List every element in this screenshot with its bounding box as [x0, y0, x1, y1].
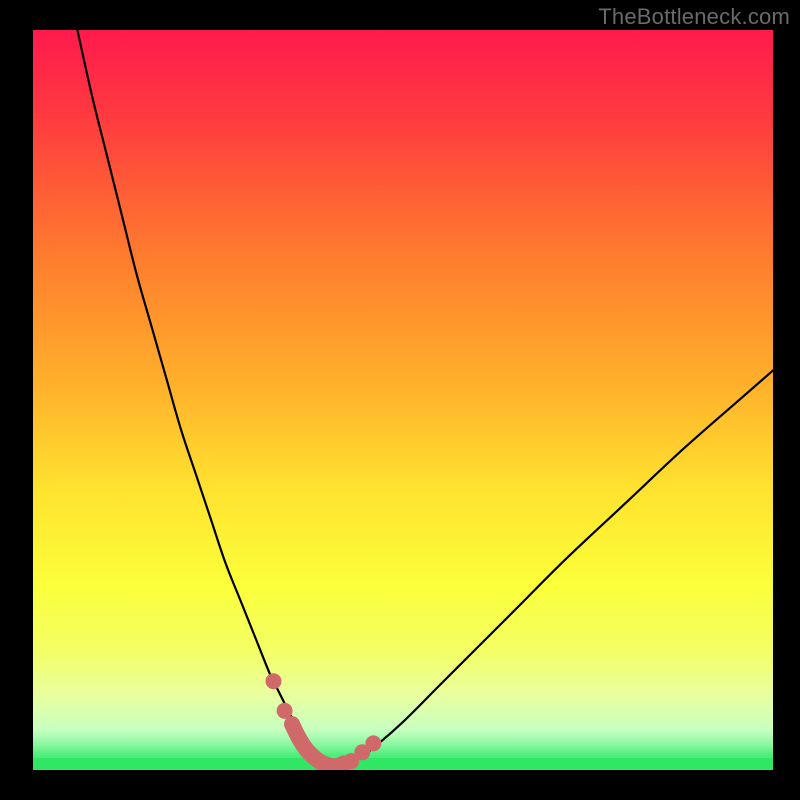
highlight-dot [266, 673, 282, 689]
plot-area [33, 30, 773, 770]
chart-frame: TheBottleneck.com [0, 0, 800, 800]
gradient-background [33, 30, 773, 770]
highlight-dot [277, 703, 293, 719]
bottleneck-chart [33, 30, 773, 770]
green-bottom-strip [33, 758, 773, 770]
highlight-dot [365, 735, 381, 751]
watermark-text: TheBottleneck.com [598, 4, 790, 30]
